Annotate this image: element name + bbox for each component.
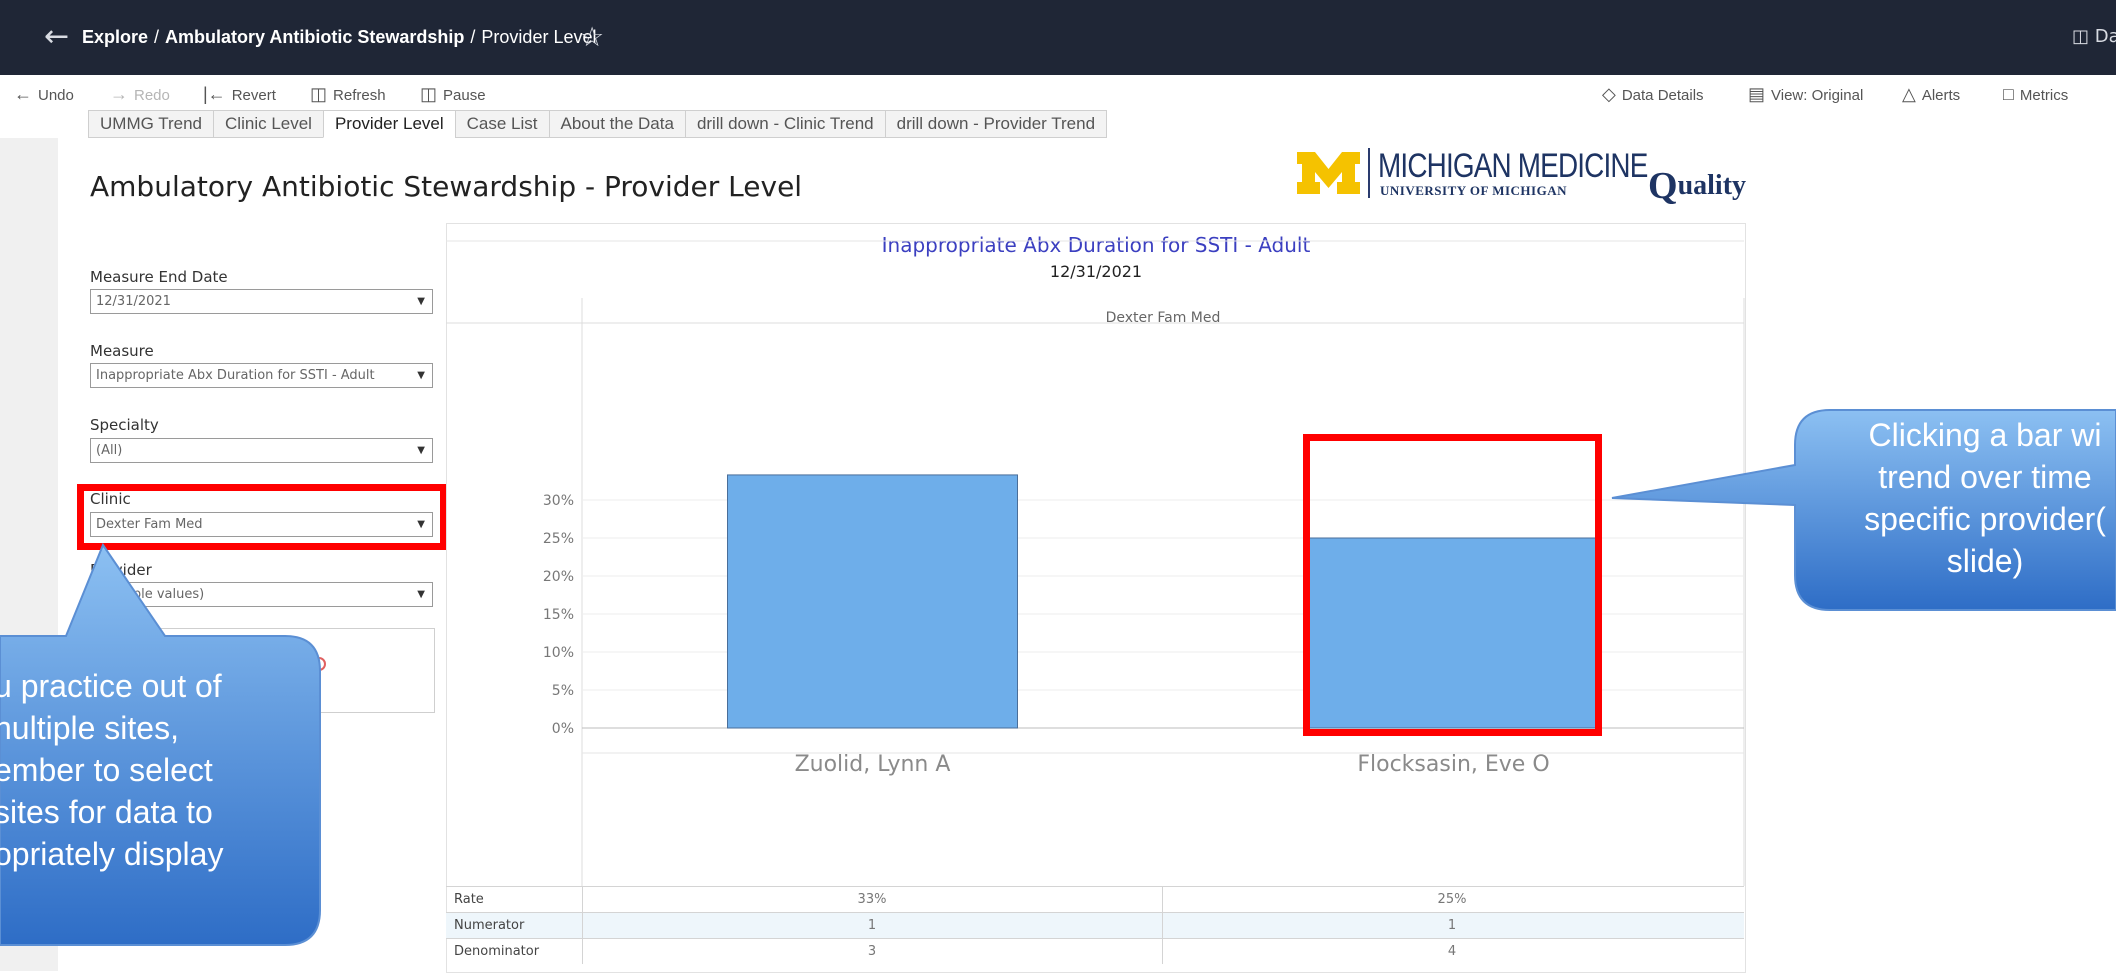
callout-line: nultiple sites, xyxy=(0,710,179,746)
callout-line: opriately display xyxy=(0,836,224,872)
callout-line: specific provider( xyxy=(1864,501,2106,537)
callout-line: ember to select xyxy=(0,752,213,788)
callout-line: u practice out of xyxy=(0,668,222,704)
left-callout-text: u practice out of nultiple sites, ember … xyxy=(0,665,294,875)
callout-line: Clicking a bar wi xyxy=(1868,417,2102,453)
callout-layer xyxy=(0,409,2116,946)
callout-line: sites for data to xyxy=(0,794,213,830)
right-callout-text: Clicking a bar wi trend over time specif… xyxy=(1820,414,2116,582)
callout-line: slide) xyxy=(1946,543,2024,579)
callout-line: trend over time xyxy=(1878,459,2092,495)
